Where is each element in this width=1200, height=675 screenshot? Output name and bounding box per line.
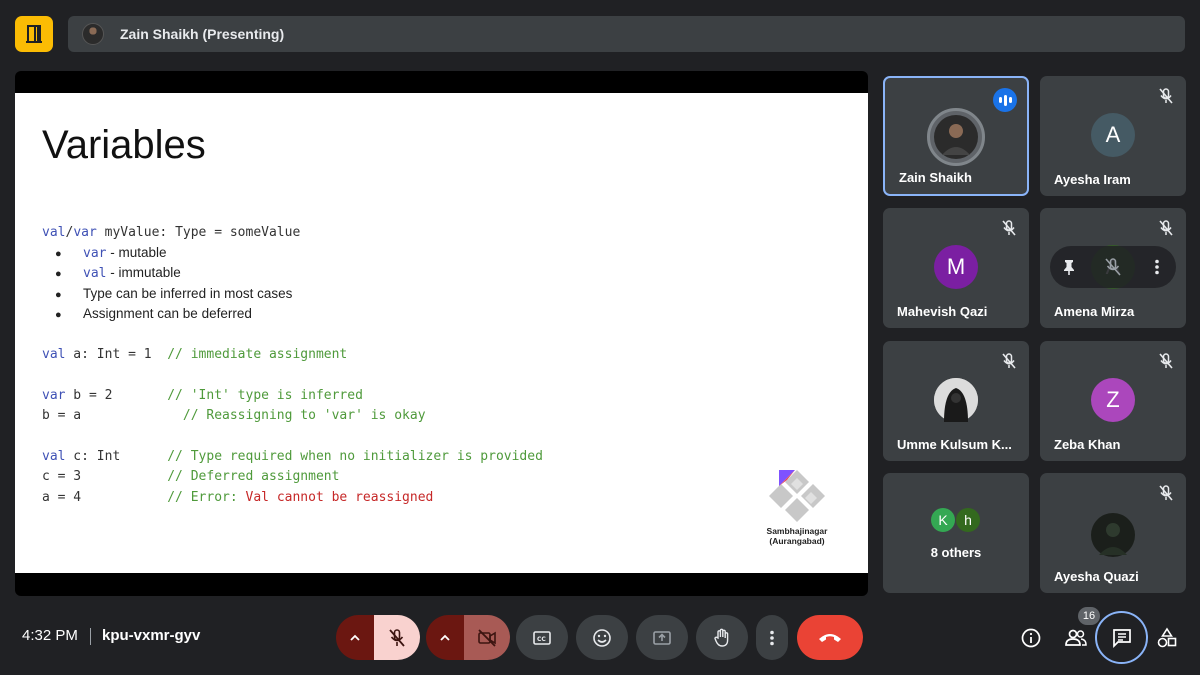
chevron-up-icon [350,634,360,641]
camera-off-icon [478,628,496,647]
participant-name: Mahevish Qazi [897,304,988,319]
others-label: 8 others [930,545,982,560]
participant-name: Ayesha Quazi [1054,569,1139,584]
mute-participant-icon[interactable] [1102,256,1124,278]
closed-captions-icon: CC [533,630,551,645]
bullet-item: ● Type can be inferred in most cases [55,286,293,301]
logo-caption: Sambhajinagar (Aurangabad) [766,526,828,546]
participant-name: Zeba Khan [1054,437,1121,452]
mic-control-group [336,615,420,660]
clock: 4:32 PM [22,627,78,644]
avatar: K [931,508,955,532]
meeting-details-button[interactable] [1017,624,1045,652]
syntax-line: val/var myValue: Type = someValue [42,225,301,240]
participant-tile-amena[interactable]: A Amena Mirza [1040,208,1186,328]
participant-name: Zain Shaikh [899,170,972,185]
participant-tile-mahevish[interactable]: M Mahevish Qazi [883,208,1029,328]
presentation-area: Variables val/var myValue: Type = someVa… [15,71,868,596]
code-line: val c: Int // Type required when no init… [42,449,543,464]
presenter-label: Zain Shaikh (Presenting) [120,26,285,42]
camera-control-group [426,615,510,660]
participant-name: Amena Mirza [1054,304,1135,319]
shapes-icon [1157,627,1177,648]
divider [90,628,91,645]
participant-tile-ayesha-iram[interactable]: A Ayesha Iram [1040,76,1186,196]
mic-off-icon [1159,485,1173,501]
mic-off-icon [1002,220,1016,236]
slide-title: Variables [42,123,206,167]
avatar-photo [1091,513,1135,557]
bullet-item: ● Assignment can be deferred [55,306,252,321]
code-line: val a: Int = 1 // immediate assignment [42,347,348,362]
hand-icon [714,628,729,647]
pin-icon[interactable] [1060,258,1078,276]
video-options-button[interactable] [426,615,464,660]
mic-off-icon [1159,88,1173,104]
participant-name: Ayesha Iram [1054,172,1131,187]
more-options-icon[interactable] [1148,258,1166,276]
mic-off-icon [389,628,405,647]
avatar: h [956,508,980,532]
avatar: Z [1091,378,1135,422]
kotlin-community-logo [769,470,825,522]
captions-button[interactable]: CC [516,615,568,660]
audio-options-button[interactable] [336,615,374,660]
more-options-button[interactable] [756,615,788,660]
people-count-badge: 16 [1078,607,1100,625]
raise-hand-button[interactable] [696,615,748,660]
meeting-code: kpu-vxmr-gyv [102,627,201,644]
avatar: M [934,245,978,289]
present-button[interactable] [636,615,688,660]
end-call-icon [819,633,841,642]
meet-logo-button[interactable] [15,16,53,52]
chat-icon [1112,628,1131,648]
participant-tile-zain[interactable]: Zain Shaikh [883,76,1029,196]
code-line: a = 4 // Error: Val cannot be reassigned [42,490,434,505]
participant-tile-ayesha-quazi[interactable]: Ayesha Quazi [1040,473,1186,593]
person-photo-icon [934,378,978,422]
participant-name: Umme Kulsum K... [897,437,1012,452]
code-line: b = a // Reassigning to 'var' is okay [42,408,426,423]
code-line: c = 3 // Deferred assignment [42,469,340,484]
emoji-icon [593,628,611,647]
reactions-button[interactable] [576,615,628,660]
code-line: var b = 2 // 'Int' type is inferred [42,388,363,403]
mic-toggle-button[interactable] [374,615,420,660]
presenter-avatar [82,23,104,45]
presenter-bar[interactable]: Zain Shaikh (Presenting) [68,16,1185,52]
slide: Variables val/var myValue: Type = someVa… [15,93,868,573]
speaking-icon [993,88,1017,112]
door-icon [26,25,42,43]
mic-off-icon [1159,353,1173,369]
camera-toggle-button[interactable] [464,615,510,660]
chat-button[interactable] [1095,611,1148,664]
people-icon [1065,629,1087,646]
participant-tile-zeba[interactable]: Z Zeba Khan [1040,341,1186,461]
leave-call-button[interactable] [797,615,863,660]
avatar-photo [927,108,985,166]
participant-tile-umme[interactable]: Umme Kulsum K... [883,341,1029,461]
svg-text:CC: CC [537,636,546,643]
chevron-up-icon [440,634,450,641]
avatar-photo [934,378,978,422]
person-photo-icon [934,115,978,159]
participant-tile-others[interactable]: K h 8 others [883,473,1029,593]
bullet-item: ● val - immutable [55,265,181,281]
people-button[interactable] [1062,624,1090,652]
mic-off-icon [1002,353,1016,369]
bullet-item: ● var - mutable [55,245,167,261]
more-vert-icon [770,630,774,645]
present-screen-icon [653,630,671,645]
info-icon [1021,628,1041,648]
mic-off-icon [1159,220,1173,236]
activities-button[interactable] [1153,624,1181,652]
person-photo-icon [1091,513,1135,557]
avatar: A [1091,113,1135,157]
tile-hover-controls [1050,246,1176,288]
